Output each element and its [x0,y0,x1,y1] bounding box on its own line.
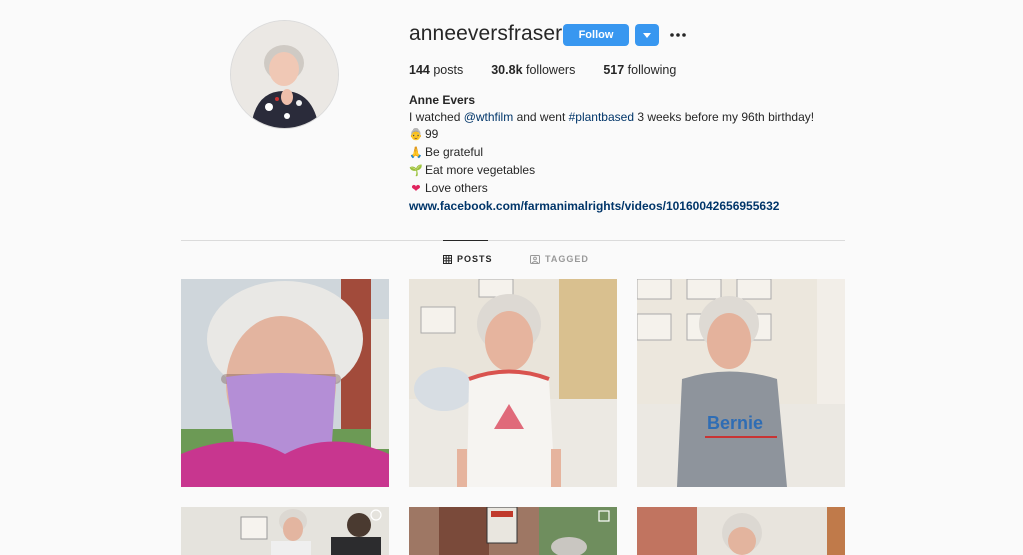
bio-line-1-prefix: I watched [409,110,464,124]
tab-posts-label: POSTS [457,254,493,264]
bio-line-1-middle: and went [513,110,569,124]
followers-stat-label: followers [526,63,576,77]
following-count: 517 [603,63,625,77]
bio-line-1-suffix: 3 weeks before my 96th birthday! [634,110,815,124]
followers-count: 30.8k [491,63,523,77]
tab-tagged[interactable]: TAGGED [530,254,589,264]
post-thumbnail[interactable] [637,507,845,555]
tag-icon [530,254,540,264]
tab-posts[interactable]: POSTS [443,254,493,264]
bio-line-5-text: Love others [425,181,488,195]
caret-down-icon [643,32,651,38]
more-options-icon [670,33,686,37]
post-thumbnail[interactable] [181,279,389,487]
post-thumbnail[interactable] [409,507,617,555]
followers-stat[interactable]: 30.8k followers [491,63,575,77]
bio-hashtag-link[interactable]: #plantbased [569,110,634,124]
post-thumbnail[interactable] [409,279,617,487]
bio-line-4: 🌱 Eat more vegetables [409,162,814,180]
tabs-divider [181,240,845,241]
red-heart-emoji-icon: ❤ [411,183,421,195]
suggested-accounts-button[interactable] [635,24,659,46]
bio-line-4-text: Eat more vegetables [425,163,536,177]
profile-bio: Anne Evers I watched @wthfilm and went #… [409,92,814,215]
grid-icon [443,254,452,264]
posts-stat: 144 posts [409,63,463,77]
seedling-emoji-icon: 🌱 [409,165,423,177]
bio-mention-link[interactable]: @wthfilm [464,110,514,124]
bio-line-2: 👵 99 [409,126,814,144]
bio-line-1: I watched @wthfilm and went #plantbased … [409,109,814,126]
folded-hands-emoji-icon: 🙏 [409,147,423,159]
profile-stats: 144 posts 30.8k followers 517 following [409,63,676,77]
bio-line-3-text: Be grateful [425,145,484,159]
profile-avatar[interactable] [230,20,339,129]
posts-stat-label: posts [433,63,464,77]
profile-username: anneeversfraser [409,22,563,45]
posts-count: 144 [409,63,430,77]
bio-external-link[interactable]: www.facebook.com/farmanimalrights/videos… [409,198,814,215]
active-tab-indicator [443,240,488,241]
follow-button[interactable]: Follow [563,24,629,46]
profile-full-name: Anne Evers [409,93,476,107]
tab-tagged-label: TAGGED [545,254,589,264]
bio-line-2-text: 99 [425,127,439,141]
following-stat[interactable]: 517 following [603,63,676,77]
post-thumbnail[interactable] [181,507,389,555]
bio-line-5: ❤ Love others [409,180,814,198]
post-thumbnail[interactable]: Bernie [637,279,845,487]
svg-text:Bernie: Bernie [707,413,763,433]
older-woman-emoji-icon: 👵 [409,129,423,141]
more-options-button[interactable] [668,26,688,44]
bio-line-3: 🙏 Be grateful [409,144,814,162]
following-stat-label: following [627,63,677,77]
